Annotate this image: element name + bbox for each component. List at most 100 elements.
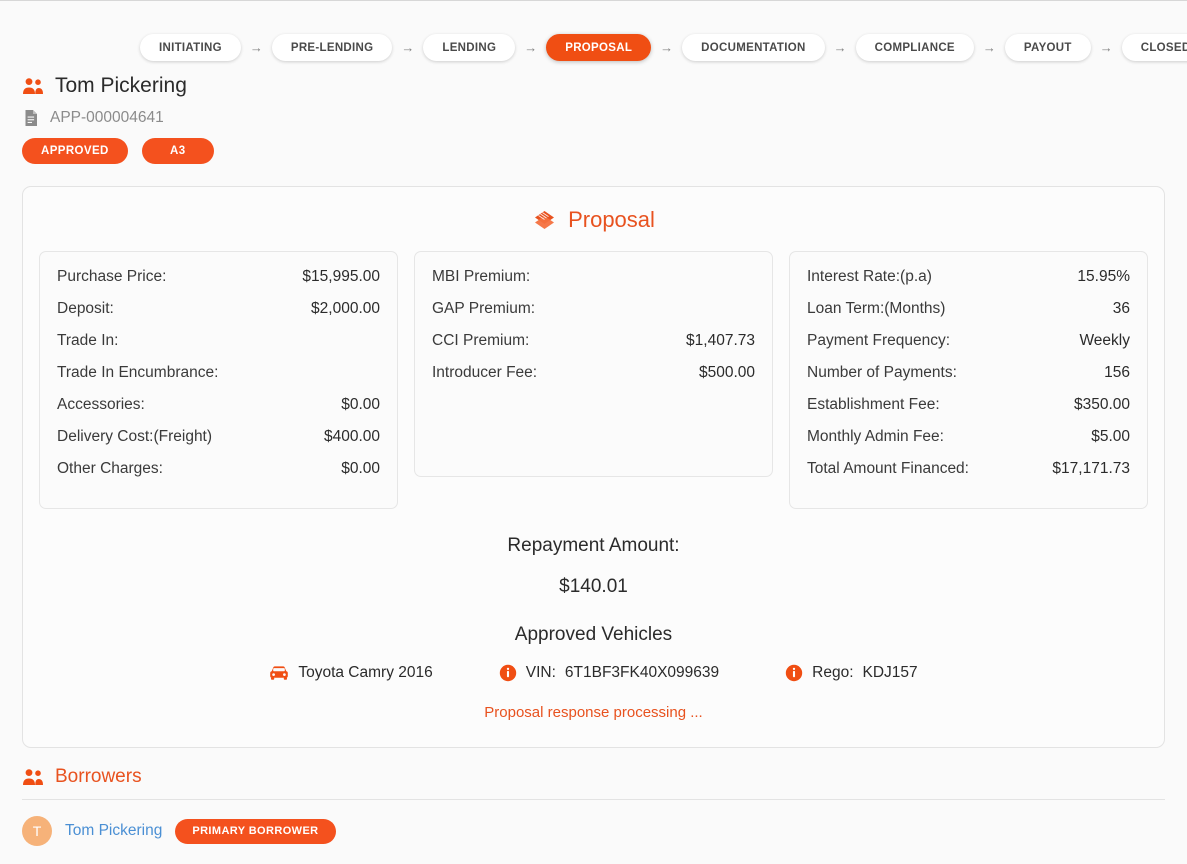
field-purchase-price: Purchase Price: $15,995.00 xyxy=(57,268,380,300)
borrowers-section: Borrowers T Tom Pickering PRIMARY BORROW… xyxy=(22,766,1165,846)
proposal-heading-text: Proposal xyxy=(568,207,655,233)
field-value: 156 xyxy=(1104,364,1130,382)
status-badge-row: APPROVED A3 xyxy=(22,138,1187,164)
step-documentation[interactable]: DOCUMENTATION xyxy=(682,34,824,61)
field-spacer xyxy=(432,428,755,460)
field-delivery-cost: Delivery Cost:(Freight) $400.00 xyxy=(57,428,380,460)
document-icon xyxy=(24,109,39,127)
application-number-row: APP-000004641 xyxy=(22,109,1187,127)
step-lending[interactable]: LENDING xyxy=(423,34,515,61)
field-value: $15,995.00 xyxy=(302,268,380,286)
customer-title-row: Tom Pickering xyxy=(22,74,1187,98)
primary-borrower-badge[interactable]: PRIMARY BORROWER xyxy=(175,819,335,844)
field-label: Delivery Cost:(Freight) xyxy=(57,428,212,446)
step-pre-lending[interactable]: PRE-LENDING xyxy=(272,34,393,61)
field-introducer-fee: Introducer Fee: $500.00 xyxy=(432,364,755,396)
field-trade-in: Trade In: xyxy=(57,332,380,364)
field-value: $5.00 xyxy=(1091,428,1130,446)
step-payout[interactable]: PAYOUT xyxy=(1005,34,1091,61)
field-gap-premium: GAP Premium: xyxy=(432,300,755,332)
step-arrow-icon: → xyxy=(651,40,682,55)
proposal-heading: Proposal xyxy=(39,207,1148,233)
field-label: Trade In Encumbrance: xyxy=(57,364,218,382)
field-payment-frequency: Payment Frequency: Weekly xyxy=(807,332,1130,364)
borrower-name-link[interactable]: Tom Pickering xyxy=(65,822,162,840)
field-mbi-premium: MBI Premium: xyxy=(432,268,755,300)
step-arrow-icon: → xyxy=(825,40,856,55)
vehicle-row: Toyota Camry 2016 VIN: 6T1BF3FK40X099639 xyxy=(39,664,1148,682)
field-label: Monthly Admin Fee: xyxy=(807,428,944,446)
car-icon xyxy=(269,665,289,681)
vehicle-description: Toyota Camry 2016 xyxy=(298,664,432,682)
borrowers-title: Borrowers xyxy=(55,766,142,788)
field-value: 36 xyxy=(1113,300,1130,318)
step-closed[interactable]: CLOSED xyxy=(1122,34,1187,61)
layers-icon xyxy=(532,208,557,232)
field-trade-in-encumbrance: Trade In Encumbrance: xyxy=(57,364,380,396)
vehicle-rego-item: Rego: KDJ157 xyxy=(785,664,918,682)
grade-badge[interactable]: A3 xyxy=(142,138,214,164)
info-icon xyxy=(785,664,803,682)
users-icon xyxy=(22,77,44,95)
repayment-label: Repayment Amount: xyxy=(39,535,1148,557)
field-label: Trade In: xyxy=(57,332,118,350)
field-value: $400.00 xyxy=(324,428,380,446)
field-label: Loan Term:(Months) xyxy=(807,300,945,318)
field-label: Other Charges: xyxy=(57,460,163,478)
field-cci-premium: CCI Premium: $1,407.73 xyxy=(432,332,755,364)
field-establishment-fee: Establishment Fee: $350.00 xyxy=(807,396,1130,428)
field-number-of-payments: Number of Payments: 156 xyxy=(807,364,1130,396)
vin-label: VIN: xyxy=(526,664,556,682)
field-value: $2,000.00 xyxy=(311,300,380,318)
application-number: APP-000004641 xyxy=(50,109,164,127)
step-arrow-icon: → xyxy=(974,40,1005,55)
vehicle-vin-item: VIN: 6T1BF3FK40X099639 xyxy=(499,664,719,682)
field-label: Number of Payments: xyxy=(807,364,957,382)
workflow-stepper: INITIATING → PRE-LENDING → LENDING → PRO… xyxy=(0,1,1187,61)
field-label: Deposit: xyxy=(57,300,114,318)
repayment-value: $140.01 xyxy=(39,576,1148,598)
borrowers-header: Borrowers xyxy=(22,766,1165,800)
step-arrow-icon: → xyxy=(392,40,423,55)
field-label: GAP Premium: xyxy=(432,300,535,318)
avatar[interactable]: T xyxy=(22,816,52,846)
vin-value: 6T1BF3FK40X099639 xyxy=(565,664,719,682)
field-label: MBI Premium: xyxy=(432,268,530,286)
repayment-block: Repayment Amount: $140.01 xyxy=(39,535,1148,598)
processing-status-message: Proposal response processing ... xyxy=(39,704,1148,721)
field-accessories: Accessories: $0.00 xyxy=(57,396,380,428)
proposal-columns: Purchase Price: $15,995.00 Deposit: $2,0… xyxy=(39,251,1148,509)
field-value: $350.00 xyxy=(1074,396,1130,414)
field-label: Purchase Price: xyxy=(57,268,166,286)
status-badge[interactable]: APPROVED xyxy=(22,138,128,164)
field-loan-term: Loan Term:(Months) 36 xyxy=(807,300,1130,332)
field-value: $1,407.73 xyxy=(686,332,755,350)
borrower-list-item: T Tom Pickering PRIMARY BORROWER xyxy=(22,800,1165,846)
vehicle-description-item: Toyota Camry 2016 xyxy=(269,664,432,682)
field-value: $17,171.73 xyxy=(1052,460,1130,478)
field-label: Interest Rate:(p.a) xyxy=(807,268,932,286)
rego-value: KDJ157 xyxy=(863,664,918,682)
field-label: CCI Premium: xyxy=(432,332,529,350)
purchase-details-column: Purchase Price: $15,995.00 Deposit: $2,0… xyxy=(39,251,398,509)
rego-label: Rego: xyxy=(812,664,853,682)
field-value: $0.00 xyxy=(341,460,380,478)
field-value: $500.00 xyxy=(699,364,755,382)
approved-vehicles-title: Approved Vehicles xyxy=(39,624,1148,646)
step-compliance[interactable]: COMPLIANCE xyxy=(856,34,974,61)
field-monthly-admin-fee: Monthly Admin Fee: $5.00 xyxy=(807,428,1130,460)
field-label: Establishment Fee: xyxy=(807,396,940,414)
step-arrow-icon: → xyxy=(241,40,272,55)
proposal-card: Proposal Purchase Price: $15,995.00 Depo… xyxy=(22,186,1165,748)
info-icon xyxy=(499,664,517,682)
field-label: Payment Frequency: xyxy=(807,332,950,350)
step-arrow-icon: → xyxy=(1091,40,1122,55)
field-value: $0.00 xyxy=(341,396,380,414)
step-initiating[interactable]: INITIATING xyxy=(140,34,241,61)
field-deposit: Deposit: $2,000.00 xyxy=(57,300,380,332)
field-label: Total Amount Financed: xyxy=(807,460,969,478)
premiums-column: MBI Premium: GAP Premium: CCI Premium: $… xyxy=(414,251,773,477)
step-proposal[interactable]: PROPOSAL xyxy=(546,34,651,61)
application-header: Tom Pickering APP-000004641 APPROVED A3 xyxy=(0,61,1187,164)
field-interest-rate: Interest Rate:(p.a) 15.95% xyxy=(807,268,1130,300)
